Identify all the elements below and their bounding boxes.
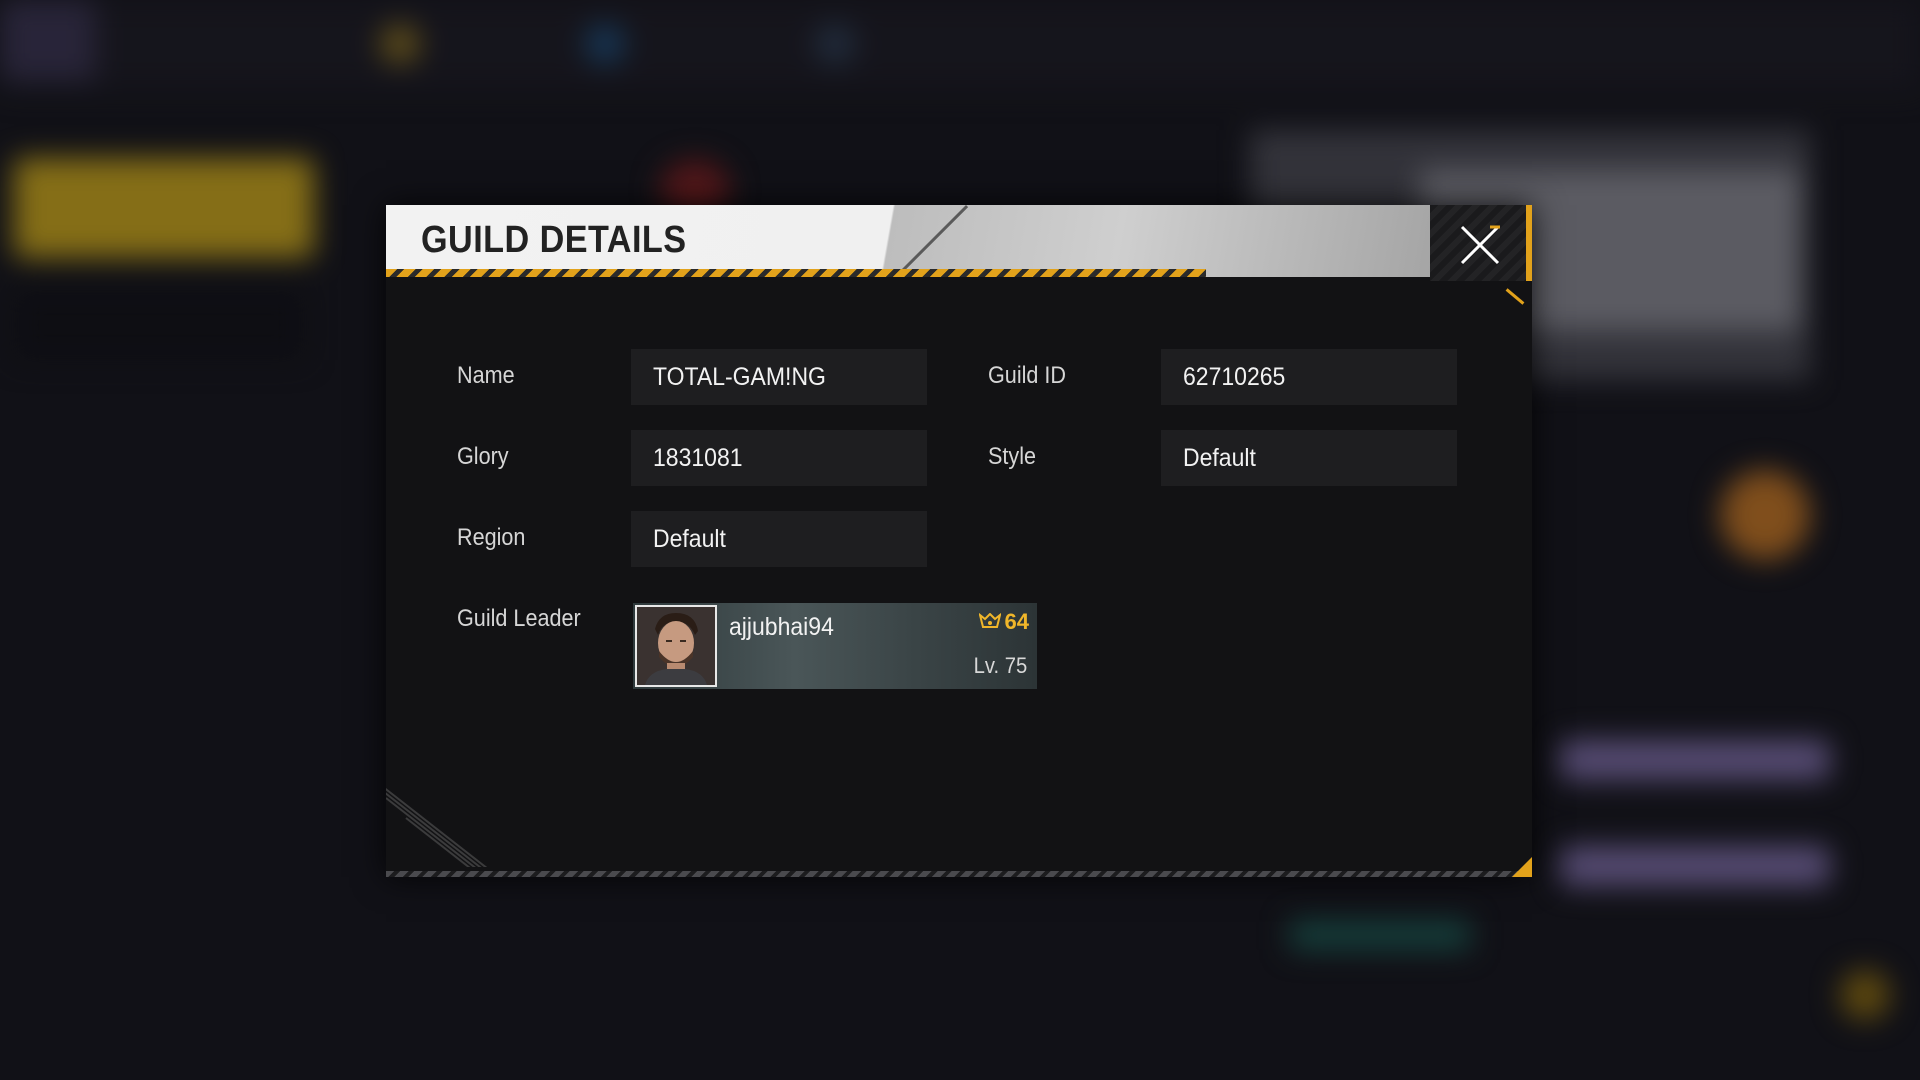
bottom-stripe	[386, 871, 1532, 877]
glory-value: 1831081	[653, 444, 743, 472]
glory-label: Glory	[457, 443, 509, 470]
style-field: Default	[1161, 430, 1457, 486]
name-label: Name	[457, 362, 515, 389]
guild-leader-label: Guild Leader	[457, 605, 581, 632]
region-value: Default	[653, 525, 726, 553]
name-value: TOTAL-GAM!NG	[653, 363, 826, 391]
bottom-corner-accent	[1512, 857, 1532, 877]
close-icon	[1460, 225, 1500, 265]
glory-field: 1831081	[631, 430, 927, 486]
header-stripe	[386, 269, 1206, 277]
name-field: TOTAL-GAM!NG	[631, 349, 927, 405]
leader-badge: 64	[978, 609, 1029, 635]
corner-accent	[1505, 288, 1525, 305]
leader-level: Lv. 75	[973, 653, 1027, 678]
player-avatar	[635, 605, 717, 687]
leader-badge-value: 64	[1004, 609, 1029, 634]
guild-id-label: Guild ID	[988, 362, 1067, 389]
modal-title: GUILD DETAILS	[421, 219, 687, 261]
style-value: Default	[1183, 444, 1256, 472]
guild-badge-icon	[978, 613, 1001, 628]
region-field: Default	[631, 511, 927, 567]
modal-header: GUILD DETAILS	[386, 205, 1430, 277]
decorative-lines	[386, 747, 586, 867]
region-label: Region	[457, 524, 526, 551]
avatar-portrait	[637, 607, 715, 685]
close-button[interactable]	[1430, 205, 1532, 281]
guild-id-field: 62710265	[1161, 349, 1457, 405]
guild-id-value: 62710265	[1183, 363, 1286, 391]
style-label: Style	[988, 443, 1037, 470]
guild-details-modal: GUILD DETAILS Name TOTAL-GAM!NG Guild ID…	[386, 205, 1532, 877]
header-divider	[888, 205, 969, 277]
guild-leader-card[interactable]: ajjubhai94 64 Lv. 75	[633, 603, 1037, 689]
leader-name: ajjubhai94	[729, 613, 834, 641]
